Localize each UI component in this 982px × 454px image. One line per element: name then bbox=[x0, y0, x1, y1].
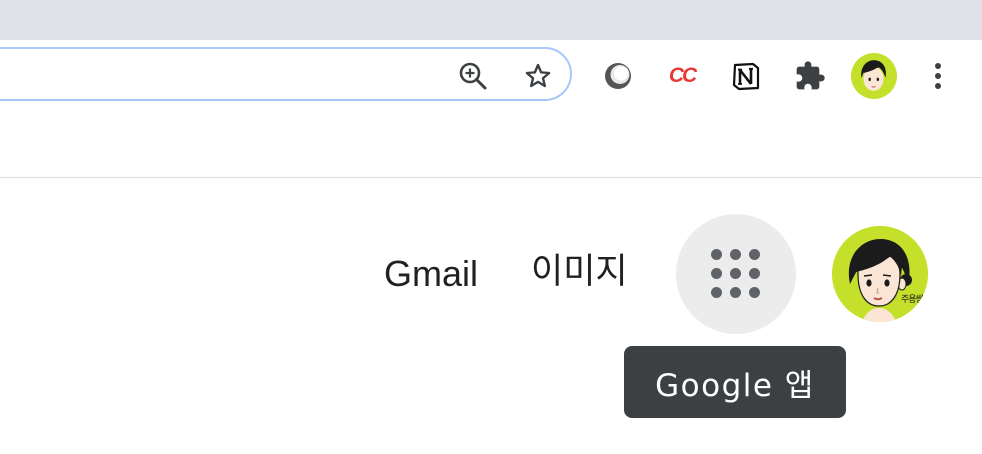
cc-extension-label: CC bbox=[668, 64, 697, 87]
apps-tooltip: Google 앱 bbox=[624, 346, 846, 418]
cc-extension-icon[interactable]: CC bbox=[662, 56, 702, 96]
browser-toolbar: CC bbox=[0, 40, 982, 178]
gmail-link[interactable]: Gmail bbox=[384, 253, 478, 295]
puzzle-icon[interactable] bbox=[790, 56, 830, 96]
circle-extension-icon[interactable] bbox=[598, 56, 638, 96]
tab-strip bbox=[0, 0, 982, 40]
zoom-in-icon[interactable] bbox=[456, 59, 490, 93]
profile-avatar[interactable] bbox=[850, 52, 898, 100]
account-avatar[interactable]: 주용쌤 bbox=[832, 226, 928, 322]
page: CC Gmail 이미지 주용쌤 Google 앱 bbox=[0, 0, 982, 454]
images-link[interactable]: 이미지 bbox=[531, 251, 628, 293]
avatar-illustration bbox=[832, 226, 928, 322]
star-icon[interactable] bbox=[521, 59, 555, 93]
avatar-caption: 주용쌤 bbox=[901, 295, 924, 305]
apps-grid-icon bbox=[676, 214, 796, 334]
notion-icon[interactable] bbox=[726, 56, 766, 96]
more-vert-icon[interactable] bbox=[918, 56, 958, 96]
google-apps-button[interactable] bbox=[676, 214, 796, 334]
